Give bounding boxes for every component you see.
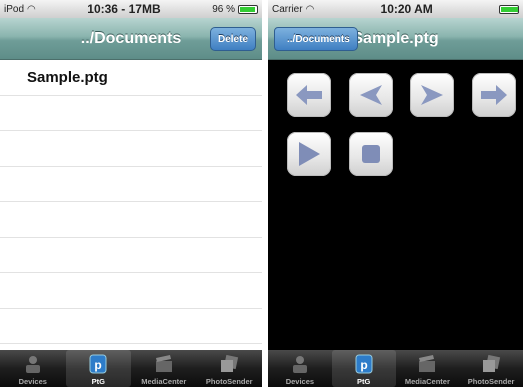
wifi-icon: ◠ bbox=[27, 3, 36, 15]
tab-ptg[interactable]: p PtG bbox=[65, 350, 131, 387]
tab-devices[interactable]: Devices bbox=[268, 350, 332, 387]
stop-icon bbox=[362, 145, 380, 163]
status-center: 10:20 AM bbox=[380, 2, 433, 16]
tab-bar: Devices p PtG MediaCenter PhotoSender bbox=[0, 350, 262, 387]
status-bar: iPod ◠ 10:36 - 17MB 96 % bbox=[0, 0, 262, 18]
left-screen: iPod ◠ 10:36 - 17MB 96 % ../Documents De… bbox=[0, 0, 262, 387]
stop-button[interactable] bbox=[349, 132, 393, 176]
clapper-icon bbox=[154, 354, 174, 374]
status-center: 10:36 - 17MB bbox=[87, 2, 161, 16]
tab-label: PhotoSender bbox=[205, 377, 253, 386]
next-icon bbox=[421, 85, 443, 105]
list-item-empty bbox=[0, 238, 262, 273]
list-item-empty bbox=[0, 202, 262, 238]
tab-photosender[interactable]: PhotoSender bbox=[197, 350, 263, 387]
list-item-empty bbox=[0, 273, 262, 309]
status-bar: Carrier ◠ 10:20 AM bbox=[268, 0, 523, 18]
list-item-empty bbox=[0, 167, 262, 202]
carrier-label: Carrier bbox=[272, 3, 303, 15]
ptg-icon: p bbox=[88, 354, 108, 374]
tab-label: PtG bbox=[356, 377, 371, 386]
battery-icon bbox=[498, 4, 519, 14]
list-item-empty bbox=[0, 131, 262, 167]
next-button[interactable] bbox=[410, 73, 454, 117]
arrow-left-button[interactable] bbox=[287, 73, 331, 117]
carrier-label: iPod bbox=[4, 3, 25, 15]
play-icon bbox=[299, 142, 320, 166]
tab-label: MediaCenter bbox=[404, 377, 450, 386]
list-item[interactable]: Sample.ptg bbox=[0, 60, 262, 96]
battery-percent: 96 % bbox=[212, 3, 235, 15]
ptg-icon: p bbox=[354, 354, 374, 374]
nav-bar: Sample.ptg ../Documents bbox=[268, 18, 523, 60]
back-button[interactable]: ../Documents bbox=[274, 27, 358, 51]
tab-label: PtG bbox=[91, 377, 105, 386]
tab-label: PhotoSender bbox=[467, 377, 515, 386]
tab-photosender[interactable]: PhotoSender bbox=[459, 350, 523, 387]
prev-button[interactable] bbox=[349, 73, 393, 117]
photo-stack-icon bbox=[219, 354, 239, 374]
nav-bar: ../Documents Delete bbox=[0, 18, 262, 60]
tab-label: Devices bbox=[285, 377, 315, 386]
prev-icon bbox=[360, 85, 382, 105]
nav-title: Sample.ptg bbox=[352, 29, 439, 47]
file-list: Sample.ptg bbox=[0, 60, 262, 344]
right-screen: Carrier ◠ 10:20 AM Sample.ptg ../Documen… bbox=[268, 0, 523, 387]
wifi-icon: ◠ bbox=[305, 3, 315, 15]
tab-devices[interactable]: Devices bbox=[0, 350, 66, 387]
battery-icon bbox=[237, 4, 258, 14]
tab-ptg[interactable]: p PtG bbox=[331, 350, 396, 387]
play-button[interactable] bbox=[287, 132, 331, 176]
photo-stack-icon bbox=[481, 354, 501, 374]
arrow-left-icon bbox=[296, 85, 322, 105]
tab-label: MediaCenter bbox=[141, 377, 187, 386]
tab-bar: Devices p PtG MediaCenter PhotoSender bbox=[268, 350, 523, 387]
tab-mediacenter[interactable]: MediaCenter bbox=[131, 350, 197, 387]
list-item-empty bbox=[0, 96, 262, 131]
clapper-icon bbox=[417, 354, 437, 374]
delete-button[interactable]: Delete bbox=[209, 27, 256, 51]
svg-text:p: p bbox=[95, 358, 102, 372]
svg-text:p: p bbox=[360, 358, 367, 372]
devices-icon bbox=[23, 354, 43, 374]
devices-icon bbox=[290, 354, 310, 374]
tab-mediacenter[interactable]: MediaCenter bbox=[396, 350, 460, 387]
arrow-right-button[interactable] bbox=[472, 73, 516, 117]
list-item-empty bbox=[0, 309, 262, 344]
nav-title: ../Documents bbox=[80, 29, 182, 47]
arrow-right-icon bbox=[481, 85, 507, 105]
tab-label: Devices bbox=[18, 377, 47, 386]
